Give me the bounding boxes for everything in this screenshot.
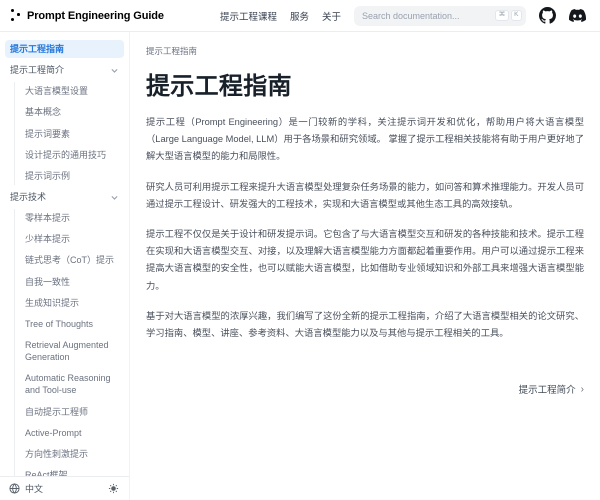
sidebar-item-guide[interactable]: 提示工程指南 bbox=[5, 40, 124, 58]
search-placeholder: Search documentation... bbox=[362, 11, 460, 21]
sidebar-item-label: 生成知识提示 bbox=[25, 297, 79, 309]
sidebar-item-label: 设计提示的通用技巧 bbox=[25, 149, 106, 161]
sidebar-item-label: 自动提示工程师 bbox=[25, 406, 88, 418]
sidebar-group-intro: 大语言模型设置 基本概念 提示词要素 设计提示的通用技巧 提示词示例 bbox=[14, 82, 124, 185]
sidebar-item-cot[interactable]: 链式思考（CoT）提示 bbox=[19, 251, 124, 269]
sidebar-footer: 中文 bbox=[0, 476, 129, 500]
sidebar-item-tips[interactable]: 设计提示的通用技巧 bbox=[19, 146, 124, 164]
search-input[interactable]: Search documentation... ⌘ K bbox=[354, 6, 526, 26]
chevron-right-icon: › bbox=[581, 384, 584, 395]
sidebar-item-tot[interactable]: Tree of Thoughts bbox=[19, 315, 124, 333]
breadcrumb: 提示工程指南 bbox=[146, 45, 584, 57]
sidebar-item-label: Tree of Thoughts bbox=[25, 318, 93, 330]
theme-toggle-sun-icon[interactable] bbox=[108, 483, 119, 494]
sidebar-item-rag[interactable]: Retrieval Augmented Generation bbox=[19, 336, 124, 366]
sidebar-item-label: 基本概念 bbox=[25, 106, 61, 118]
sidebar-nav: 提示工程指南 提示工程简介 大语言模型设置 基本概念 提示词要素 设计提示的通用… bbox=[0, 32, 129, 476]
sidebar-item-examples[interactable]: 提示词示例 bbox=[19, 167, 124, 185]
site-title: Prompt Engineering Guide bbox=[27, 10, 164, 22]
globe-icon bbox=[9, 483, 20, 494]
k-key-icon: K bbox=[511, 10, 522, 21]
sidebar-item-active-prompt[interactable]: Active-Prompt bbox=[19, 424, 124, 442]
sidebar-item-llm-settings[interactable]: 大语言模型设置 bbox=[19, 82, 124, 100]
next-page-link[interactable]: 提示工程简介 › bbox=[519, 382, 584, 396]
sidebar-item-self-consistency[interactable]: 自我一致性 bbox=[19, 273, 124, 291]
sidebar: 提示工程指南 提示工程简介 大语言模型设置 基本概念 提示词要素 设计提示的通用… bbox=[0, 32, 130, 500]
page-title: 提示工程指南 bbox=[146, 66, 584, 101]
sidebar-item-knowledge[interactable]: 生成知识提示 bbox=[19, 294, 124, 312]
nav-link-services[interactable]: 服务 bbox=[290, 9, 309, 23]
sidebar-item-zeroshot[interactable]: 零样本提示 bbox=[19, 209, 124, 227]
sidebar-item-label: 提示工程简介 bbox=[10, 64, 64, 76]
sidebar-item-label: 链式思考（CoT）提示 bbox=[25, 254, 114, 266]
sidebar-item-label: 方向性刺激提示 bbox=[25, 448, 88, 460]
nav-link-about[interactable]: 关于 bbox=[322, 9, 341, 23]
nav-link-course[interactable]: 提示工程课程 bbox=[220, 9, 277, 23]
page-body: 提示工程指南 提示工程简介 大语言模型设置 基本概念 提示词要素 设计提示的通用… bbox=[0, 32, 600, 500]
chevron-down-icon bbox=[110, 66, 119, 75]
sidebar-item-label: Retrieval Augmented Generation bbox=[25, 339, 119, 363]
sidebar-item-dsp[interactable]: 方向性刺激提示 bbox=[19, 445, 124, 463]
sidebar-item-ape[interactable]: 自动提示工程师 bbox=[19, 403, 124, 421]
sidebar-item-label: 自我一致性 bbox=[25, 276, 70, 288]
sidebar-item-react[interactable]: ReAct框架 bbox=[19, 466, 124, 476]
sidebar-item-label: 零样本提示 bbox=[25, 212, 70, 224]
sidebar-section-techniques[interactable]: 提示技术 bbox=[5, 188, 124, 206]
header-right: 提示工程课程 服务 关于 Search documentation... ⌘ K bbox=[220, 6, 586, 26]
main-content: 提示工程指南 提示工程指南 提示工程（Prompt Engineering）是一… bbox=[130, 32, 600, 500]
sidebar-item-label: Active-Prompt bbox=[25, 427, 82, 439]
sidebar-section-intro[interactable]: 提示工程简介 bbox=[5, 61, 124, 79]
sidebar-item-label: 提示工程指南 bbox=[10, 43, 64, 55]
sidebar-item-label: 提示技术 bbox=[10, 191, 46, 203]
github-icon[interactable] bbox=[539, 7, 556, 24]
site-logo[interactable]: Prompt Engineering Guide bbox=[10, 8, 164, 23]
sidebar-item-elements[interactable]: 提示词要素 bbox=[19, 125, 124, 143]
chevron-down-icon bbox=[110, 193, 119, 202]
sidebar-item-label: 少样本提示 bbox=[25, 233, 70, 245]
sidebar-item-label: Automatic Reasoning and Tool-use bbox=[25, 372, 119, 396]
sidebar-item-fewshot[interactable]: 少样本提示 bbox=[19, 230, 124, 248]
discord-icon[interactable] bbox=[569, 7, 586, 24]
paragraph-scope: 提示工程不仅仅是关于设计和研发提示词。它包含了与大语言模型交互和研发的各种技能和… bbox=[146, 226, 584, 295]
sidebar-item-basics[interactable]: 基本概念 bbox=[19, 103, 124, 121]
cmd-key-icon: ⌘ bbox=[495, 10, 509, 21]
paragraph-researchers: 研究人员可利用提示工程来提升大语言模型处理复杂任务场景的能力，如问答和算术推理能… bbox=[146, 179, 584, 213]
search-shortcut: ⌘ K bbox=[495, 10, 522, 21]
sidebar-item-label: 提示词要素 bbox=[25, 128, 70, 140]
sidebar-item-label: 大语言模型设置 bbox=[25, 85, 88, 97]
top-navbar: Prompt Engineering Guide 提示工程课程 服务 关于 Se… bbox=[0, 0, 600, 32]
sidebar-item-label: 提示词示例 bbox=[25, 170, 70, 182]
paragraph-guide: 基于对大语言模型的浓厚兴趣，我们编写了这份全新的提示工程指南，介绍了大语言模型相… bbox=[146, 308, 584, 342]
logo-dots-icon bbox=[10, 8, 21, 23]
next-page-label: 提示工程简介 bbox=[519, 382, 576, 396]
sidebar-group-techniques: 零样本提示 少样本提示 链式思考（CoT）提示 自我一致性 生成知识提示 Tre… bbox=[14, 209, 124, 476]
language-selector[interactable]: 中文 bbox=[9, 482, 43, 495]
sidebar-item-art[interactable]: Automatic Reasoning and Tool-use bbox=[19, 369, 124, 399]
header-nav: 提示工程课程 服务 关于 bbox=[220, 9, 341, 23]
paragraph-intro: 提示工程（Prompt Engineering）是一门较新的学科，关注提示词开发… bbox=[146, 114, 584, 166]
language-label: 中文 bbox=[25, 482, 43, 495]
pager: 提示工程简介 › bbox=[146, 382, 584, 396]
sidebar-item-label: ReAct框架 bbox=[25, 469, 68, 476]
